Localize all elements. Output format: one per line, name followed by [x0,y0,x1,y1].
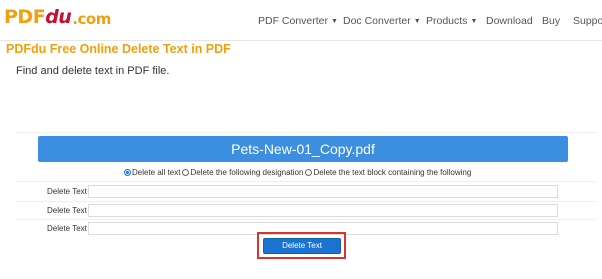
page-title: PDFdu Free Online Delete Text in PDF [6,42,231,56]
nav-doc-converter[interactable]: Doc Converter ▼ [343,15,421,27]
option-delete-text-block-label: Delete the text block containing the fol… [313,167,472,177]
row-divider [16,181,596,182]
radio-delete-designation[interactable] [182,168,190,176]
delete-text-button[interactable]: Delete Text [263,238,341,254]
row-divider [16,201,596,202]
option-delete-text-block[interactable]: Delete the text block containing the fol… [305,168,472,177]
caret-down-icon: ▼ [470,18,478,25]
nav-pdf-converter-label: PDF Converter [258,15,329,27]
nav-buy-label: Buy [542,15,561,27]
nav-pdf-converter[interactable]: PDF Converter ▼ [258,15,338,27]
nav-download-label: Download [486,15,533,27]
option-delete-designation[interactable]: Delete the following designation [182,168,304,177]
nav-buy[interactable]: Buy [542,15,560,27]
caret-down-icon: ▼ [331,18,338,25]
nav-doc-converter-label: Doc Converter [343,15,411,27]
delete-text-label: Delete Text [47,187,87,196]
nav-download[interactable]: Download [486,15,533,27]
main-nav: PDF Converter ▼ Doc Converter ▼ Products ▼ … [0,15,602,29]
option-delete-designation-label: Delete the following designation [190,167,304,177]
delete-text-label: Delete Text [47,224,87,233]
section-divider [16,132,596,133]
delete-text-input-1[interactable] [88,185,558,198]
delete-text-label: Delete Text [47,206,87,215]
caret-down-icon: ▼ [413,18,421,25]
nav-support[interactable]: Suppor [573,15,602,27]
nav-support-label: Suppor [573,15,602,27]
radio-delete-text-block[interactable] [305,168,313,176]
file-name-bar[interactable]: Pets-New-01_Copy.pdf [38,136,568,162]
radio-delete-all-text[interactable] [124,168,131,176]
nav-products[interactable]: Products ▼ [426,15,477,27]
page-subtitle: Find and delete text in PDF file. [16,65,170,77]
nav-products-label: Products [426,15,468,27]
row-divider [16,219,596,220]
site-header: PDF du .com PDF Converter ▼ Doc Converter ▼ … [0,0,602,41]
option-delete-all-text[interactable]: Delete all text [124,168,181,177]
delete-mode-options: Delete all text Delete the following des… [124,166,473,178]
delete-text-input-2[interactable] [88,204,558,217]
option-delete-all-text-label: Delete all text [132,167,181,177]
